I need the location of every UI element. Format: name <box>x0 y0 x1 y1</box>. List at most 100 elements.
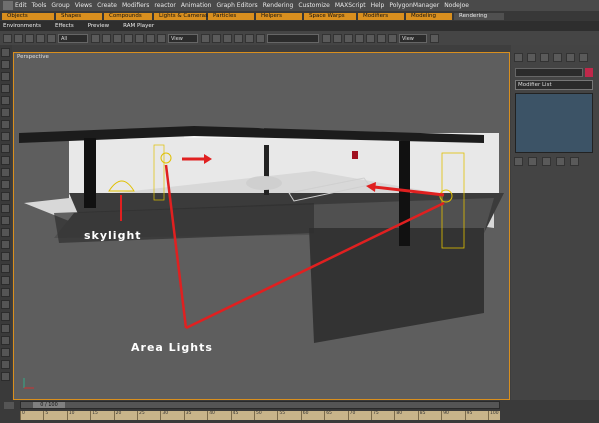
angle-snap-icon[interactable] <box>234 33 243 43</box>
align-icon[interactable] <box>333 33 342 43</box>
tool-9-icon[interactable] <box>1 144 10 153</box>
tool-25-icon[interactable] <box>1 336 10 345</box>
tab-modeling[interactable]: Modeling <box>406 12 452 20</box>
motion-tab-icon[interactable] <box>553 53 562 62</box>
tool-14-icon[interactable] <box>1 204 10 213</box>
pivot-center-icon[interactable] <box>201 33 210 43</box>
environments-button[interactable]: Environments <box>3 23 41 29</box>
tab-particles[interactable]: Particles <box>208 12 254 20</box>
tab-space-warps[interactable]: Space Warps <box>304 12 356 20</box>
menu-animation[interactable]: Animation <box>181 2 212 9</box>
tool-4-icon[interactable] <box>1 84 10 93</box>
pin-stack-icon[interactable] <box>514 157 523 166</box>
schematic-view-icon[interactable] <box>366 33 375 43</box>
select-by-name-icon[interactable] <box>102 33 111 43</box>
tool-18-icon[interactable] <box>1 252 10 261</box>
percent-snap-icon[interactable] <box>245 33 254 43</box>
select-rotate-icon[interactable] <box>146 33 155 43</box>
bind-space-warp-icon[interactable] <box>47 33 56 43</box>
menu-group[interactable]: Group <box>51 2 69 9</box>
modifier-stack[interactable] <box>515 93 593 153</box>
tool-10-icon[interactable] <box>1 156 10 165</box>
make-unique-icon[interactable] <box>542 157 551 166</box>
remove-modifier-icon[interactable] <box>556 157 565 166</box>
reference-coordinate-dropdown[interactable]: View <box>168 33 198 43</box>
menu-create[interactable]: Create <box>97 2 117 9</box>
menu-polygon-manager[interactable]: PolygonManager <box>389 2 439 9</box>
tool-26-icon[interactable] <box>1 348 10 357</box>
tool-7-icon[interactable] <box>1 120 10 129</box>
tool-15-icon[interactable] <box>1 216 10 225</box>
menu-modifiers[interactable]: Modifiers <box>122 2 149 9</box>
redo-icon[interactable] <box>14 33 23 43</box>
tool-28-icon[interactable] <box>1 372 10 381</box>
render-view-dropdown[interactable]: View <box>399 33 427 43</box>
menu-tools[interactable]: Tools <box>32 2 47 9</box>
spinner-snap-icon[interactable] <box>256 33 265 43</box>
tool-21-icon[interactable] <box>1 288 10 297</box>
tool-20-icon[interactable] <box>1 276 10 285</box>
create-tab-icon[interactable] <box>514 53 523 62</box>
tab-rendering[interactable]: Rendering <box>454 12 504 20</box>
layer-manager-icon[interactable] <box>344 33 353 43</box>
menu-help[interactable]: Help <box>371 2 385 9</box>
tool-16-icon[interactable] <box>1 228 10 237</box>
select-manipulate-icon[interactable] <box>212 33 221 43</box>
tool-19-icon[interactable] <box>1 264 10 273</box>
modify-tab-icon[interactable] <box>527 53 536 62</box>
menu-maxscript[interactable]: MAXScript <box>335 2 366 9</box>
mirror-icon[interactable] <box>322 33 331 43</box>
menu-reactor[interactable]: reactor <box>154 2 176 9</box>
window-crossing-icon[interactable] <box>124 33 133 43</box>
time-slider[interactable]: 0 / 100 <box>20 401 500 409</box>
menu-customize[interactable]: Customize <box>298 2 330 9</box>
tool-27-icon[interactable] <box>1 360 10 369</box>
viewport-label[interactable]: Perspective <box>17 54 49 60</box>
time-slider-knob[interactable]: 0 / 100 <box>33 402 65 408</box>
perspective-viewport[interactable]: Perspective skylight Area Lights <box>13 52 510 400</box>
select-move-icon[interactable] <box>135 33 144 43</box>
time-config-icon[interactable] <box>4 402 14 409</box>
tool-11-icon[interactable] <box>1 168 10 177</box>
menu-graph-editors[interactable]: Graph Editors <box>216 2 257 9</box>
tool-1-icon[interactable] <box>1 48 10 57</box>
tab-shapes[interactable]: Shapes <box>56 12 102 20</box>
curve-editor-icon[interactable] <box>355 33 364 43</box>
link-icon[interactable] <box>25 33 34 43</box>
ram-player-button[interactable]: RAM Player <box>123 23 154 29</box>
tab-modifiers[interactable]: Modifiers <box>358 12 404 20</box>
tool-2-icon[interactable] <box>1 60 10 69</box>
selection-filter-dropdown[interactable]: All <box>58 33 88 43</box>
tab-compounds[interactable]: Compounds <box>104 12 152 20</box>
object-color-swatch[interactable] <box>585 68 593 77</box>
snaps-toggle-icon[interactable] <box>223 33 232 43</box>
tab-objects[interactable]: Objects <box>2 12 54 20</box>
tab-helpers[interactable]: Helpers <box>256 12 302 20</box>
rectangular-selection-icon[interactable] <box>113 33 122 43</box>
app-logo-icon[interactable] <box>3 1 13 10</box>
select-object-icon[interactable] <box>91 33 100 43</box>
tool-22-icon[interactable] <box>1 300 10 309</box>
modifier-list-dropdown[interactable]: Modifier List <box>515 80 593 90</box>
menu-nodejoe[interactable]: NodeJoe <box>444 2 469 9</box>
tool-17-icon[interactable] <box>1 240 10 249</box>
utilities-tab-icon[interactable] <box>579 53 588 62</box>
effects-button[interactable]: Effects <box>55 23 74 29</box>
tool-23-icon[interactable] <box>1 312 10 321</box>
show-end-result-icon[interactable] <box>528 157 537 166</box>
configure-modifier-sets-icon[interactable] <box>570 157 579 166</box>
object-name-field[interactable] <box>515 68 583 77</box>
unlink-icon[interactable] <box>36 33 45 43</box>
tool-5-icon[interactable] <box>1 96 10 105</box>
quick-render-icon[interactable] <box>430 33 439 43</box>
material-editor-icon[interactable] <box>377 33 386 43</box>
undo-icon[interactable] <box>3 33 12 43</box>
select-scale-icon[interactable] <box>157 33 166 43</box>
menu-rendering[interactable]: Rendering <box>263 2 294 9</box>
tool-24-icon[interactable] <box>1 324 10 333</box>
tool-3-icon[interactable] <box>1 72 10 81</box>
tool-8-icon[interactable] <box>1 132 10 141</box>
tool-13-icon[interactable] <box>1 192 10 201</box>
hierarchy-tab-icon[interactable] <box>540 53 549 62</box>
display-tab-icon[interactable] <box>566 53 575 62</box>
